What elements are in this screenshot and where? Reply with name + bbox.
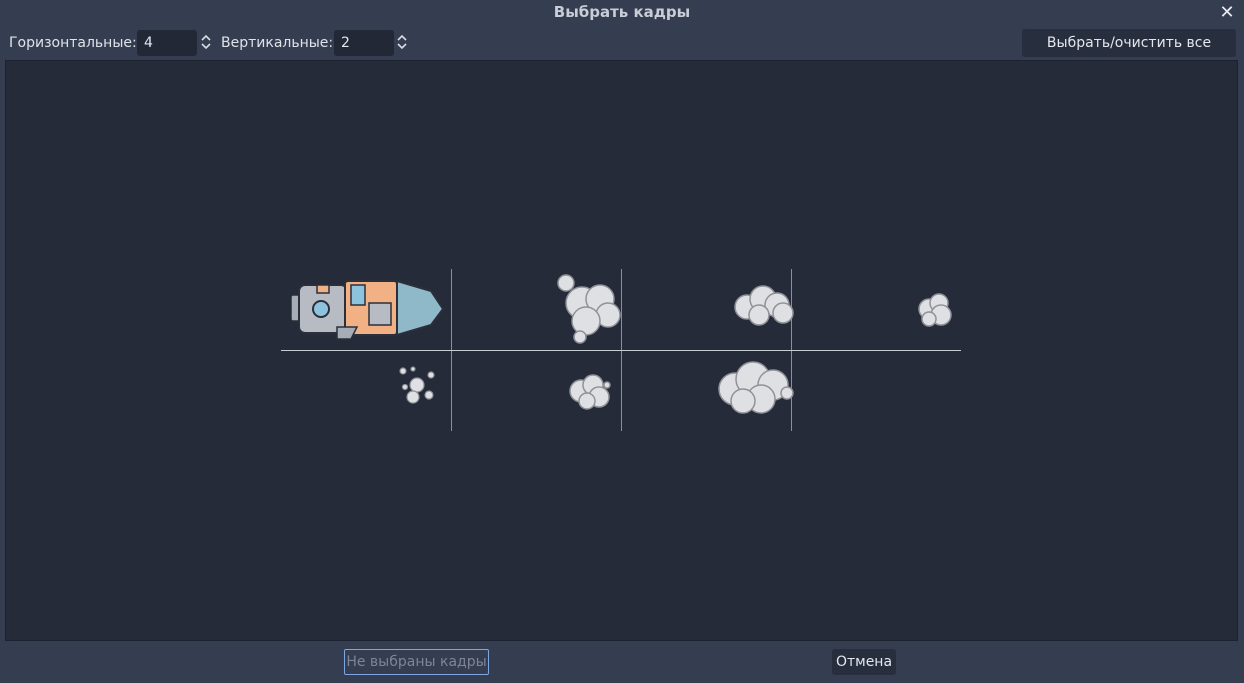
close-icon[interactable]: ✕ bbox=[1216, 1, 1238, 23]
select-clear-all-button[interactable]: Выбрать/очистить все кадры bbox=[1022, 29, 1236, 79]
frame-smoke-7[interactable] bbox=[717, 359, 797, 417]
frame-smoke-6[interactable] bbox=[567, 371, 613, 411]
frame-smoke-5[interactable] bbox=[397, 365, 441, 409]
toolbar: Горизонтальные: 4 Вертикальные: 2 Выбрат… bbox=[0, 28, 1244, 79]
cancel-button[interactable]: Отмена bbox=[832, 649, 896, 675]
no-frames-selected-button[interactable]: Не выбраны кадры bbox=[344, 649, 489, 675]
vertical-stepper-icon[interactable] bbox=[395, 31, 409, 53]
frame-rocket[interactable] bbox=[291, 277, 447, 343]
dialog-titlebar: Выбрать кадры ✕ bbox=[0, 0, 1244, 24]
sprite-sheet bbox=[281, 269, 961, 431]
horizontal-value[interactable]: 4 bbox=[144, 35, 153, 51]
horizontal-stepper-icon[interactable] bbox=[199, 31, 213, 53]
vertical-value[interactable]: 2 bbox=[341, 35, 350, 51]
vertical-label: Вертикальные: bbox=[221, 35, 334, 51]
grid-line bbox=[281, 350, 961, 351]
dialog-title: Выбрать кадры bbox=[553, 3, 691, 21]
horizontal-label: Горизонтальные: bbox=[9, 35, 137, 51]
horizontal-spinbox[interactable]: 4 bbox=[137, 30, 197, 56]
frame-smoke-3[interactable] bbox=[733, 283, 797, 327]
frame-smoke-2[interactable] bbox=[556, 273, 628, 345]
sprite-sheet-canvas[interactable] bbox=[5, 60, 1238, 641]
vertical-spinbox[interactable]: 2 bbox=[334, 30, 394, 56]
frame-smoke-4[interactable] bbox=[915, 291, 955, 329]
